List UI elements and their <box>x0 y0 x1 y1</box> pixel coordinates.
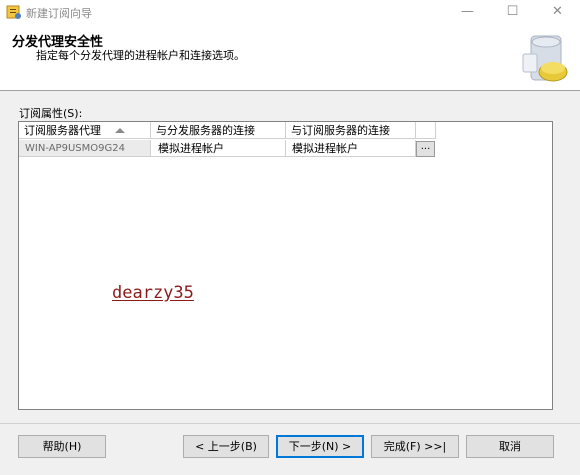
button-area-divider <box>0 423 580 424</box>
watermark-text: dearzy35 <box>112 283 194 303</box>
subscription-properties-grid: 订阅服务器代理 与分发服务器的连接 与订阅服务器的连接 WIN-AP9USMO9… <box>18 121 553 410</box>
close-button[interactable]: ✕ <box>535 0 580 24</box>
help-button[interactable]: 帮助(H) <box>18 435 106 458</box>
grid-header-row: 订阅服务器代理 与分发服务器的连接 与订阅服务器的连接 <box>19 122 436 140</box>
wizard-header: 分发代理安全性 指定每个分发代理的进程帐户和连接选项。 <box>0 24 580 91</box>
back-button[interactable]: < 上一步(B) <box>183 435 269 458</box>
sort-ascending-icon <box>115 128 125 133</box>
server-security-icon <box>522 35 568 82</box>
column-header-action <box>416 122 436 139</box>
table-row[interactable]: WIN-AP9USMO9G24 模拟进程帐户 模拟进程帐户 ... <box>19 140 436 158</box>
subscriber-agent-cell[interactable]: WIN-AP9USMO9G24 <box>19 140 151 157</box>
maximize-button[interactable]: ☐ <box>490 0 535 24</box>
page-subtitle: 指定每个分发代理的进程帐户和连接选项。 <box>36 49 245 62</box>
next-button[interactable]: 下一步(N) > <box>276 435 364 458</box>
column-header-distributor-connection[interactable]: 与分发服务器的连接 <box>151 122 286 139</box>
minimize-button[interactable]: — <box>445 0 490 24</box>
column-header-subscriber-agent[interactable]: 订阅服务器代理 <box>19 122 151 139</box>
distributor-connection-cell[interactable]: 模拟进程帐户 <box>151 140 286 157</box>
subscriber-connection-cell[interactable]: 模拟进程帐户 <box>286 140 416 157</box>
finish-button[interactable]: 完成(F) >>| <box>371 435 459 458</box>
cancel-button[interactable]: 取消 <box>466 435 554 458</box>
column-header-label: 订阅服务器代理 <box>24 124 101 137</box>
subscription-properties-label: 订阅属性(S): <box>19 107 83 120</box>
agent-security-ellipsis-button[interactable]: ... <box>416 141 435 157</box>
window-title: 新建订阅向导 <box>26 7 92 20</box>
app-icon <box>6 5 21 19</box>
column-header-subscriber-connection[interactable]: 与订阅服务器的连接 <box>286 122 416 139</box>
title-bar: 新建订阅向导 — ☐ ✕ <box>0 0 580 24</box>
